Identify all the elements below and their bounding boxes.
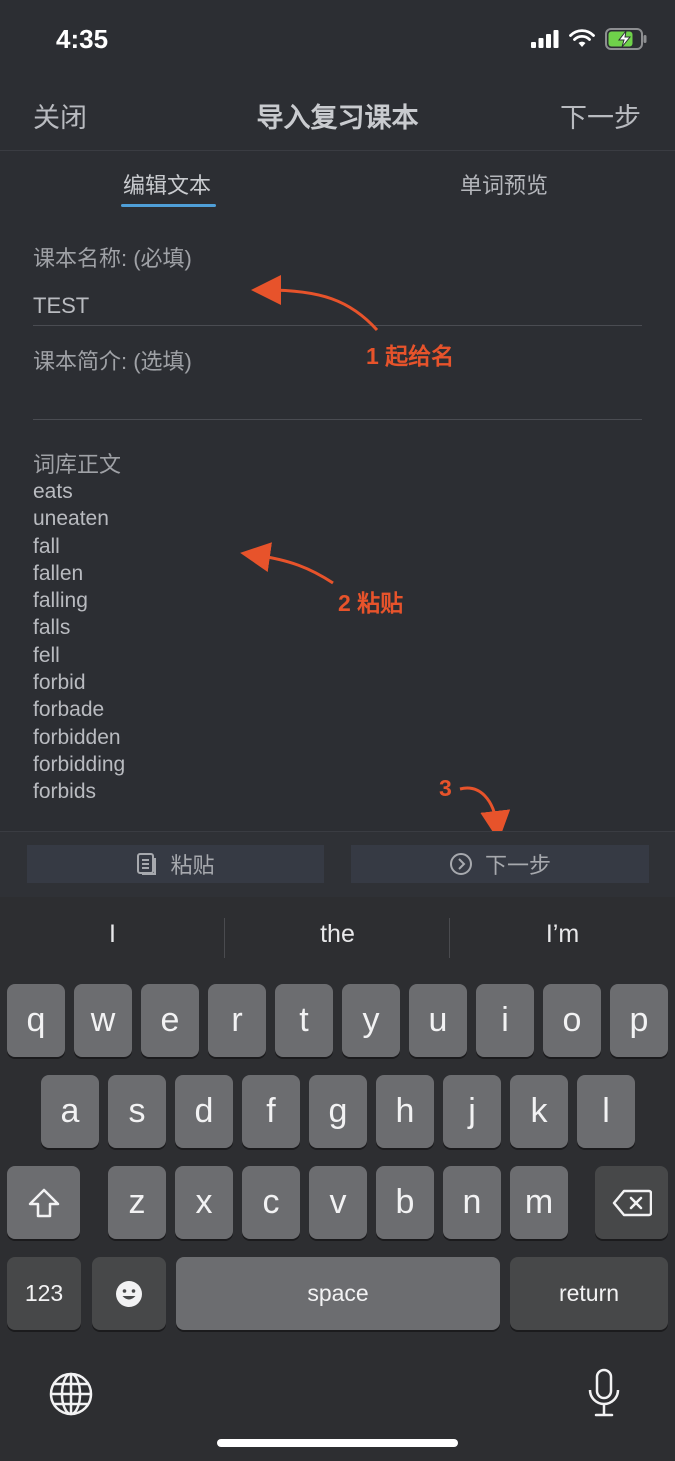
key-o[interactable]: o — [543, 984, 601, 1057]
suggestion-3[interactable]: I’m — [450, 920, 675, 949]
key-s[interactable]: s — [108, 1075, 166, 1148]
annotation-arrow-2 — [240, 542, 334, 585]
key-i[interactable]: i — [476, 984, 534, 1057]
chevron-right-circle-icon — [449, 853, 472, 875]
key-t[interactable]: t — [275, 984, 333, 1057]
key-m[interactable]: m — [510, 1166, 568, 1239]
suggestion-2[interactable]: the — [225, 920, 450, 949]
key-l[interactable]: l — [577, 1075, 635, 1148]
key-b[interactable]: b — [376, 1166, 434, 1239]
numbers-key[interactable]: 123 — [7, 1257, 81, 1330]
annotation-arrow-3 — [459, 786, 511, 840]
toolbar-next-step-button[interactable]: 下一步 — [351, 845, 649, 883]
annotation-label-2: 2 粘贴 — [338, 590, 404, 616]
emoji-key[interactable] — [92, 1257, 166, 1330]
key-f[interactable]: f — [242, 1075, 300, 1148]
paste-button-label: 粘贴 — [170, 853, 215, 878]
key-k[interactable]: k — [510, 1075, 568, 1148]
key-g[interactable]: g — [309, 1075, 367, 1148]
key-x[interactable]: x — [175, 1166, 233, 1239]
key-h[interactable]: h — [376, 1075, 434, 1148]
toolbar-next-step-label: 下一步 — [484, 853, 551, 878]
backspace-icon — [612, 1189, 652, 1216]
paste-button[interactable]: 粘贴 — [27, 845, 324, 883]
key-u[interactable]: u — [409, 984, 467, 1057]
space-key[interactable]: space — [176, 1257, 500, 1330]
key-e[interactable]: e — [141, 984, 199, 1057]
key-q[interactable]: q — [7, 984, 65, 1057]
backspace-key[interactable] — [595, 1166, 668, 1239]
paste-icon — [137, 853, 157, 875]
home-indicator[interactable] — [217, 1439, 458, 1447]
key-c[interactable]: c — [242, 1166, 300, 1239]
annotation-label-3: 3 — [439, 775, 452, 801]
key-v[interactable]: v — [309, 1166, 367, 1239]
key-y[interactable]: y — [342, 984, 400, 1057]
shift-key[interactable] — [7, 1166, 80, 1239]
suggestion-1[interactable]: I — [0, 920, 225, 949]
key-j[interactable]: j — [443, 1075, 501, 1148]
annotation-arrows — [240, 275, 511, 840]
globe-key[interactable] — [48, 1371, 94, 1422]
annotation-arrow-1 — [251, 275, 379, 332]
shift-icon — [28, 1188, 59, 1217]
key-n[interactable]: n — [443, 1166, 501, 1239]
microphone-icon — [588, 1368, 620, 1417]
dictation-key[interactable] — [586, 1368, 622, 1425]
annotation-label-1: 1 起给名 — [366, 343, 455, 369]
globe-icon — [49, 1372, 93, 1416]
key-w[interactable]: w — [74, 984, 132, 1057]
emoji-icon — [116, 1280, 142, 1307]
key-r[interactable]: r — [208, 984, 266, 1057]
key-d[interactable]: d — [175, 1075, 233, 1148]
key-a[interactable]: a — [41, 1075, 99, 1148]
return-key[interactable]: return — [510, 1257, 668, 1330]
key-p[interactable]: p — [610, 984, 668, 1057]
key-z[interactable]: z — [108, 1166, 166, 1239]
